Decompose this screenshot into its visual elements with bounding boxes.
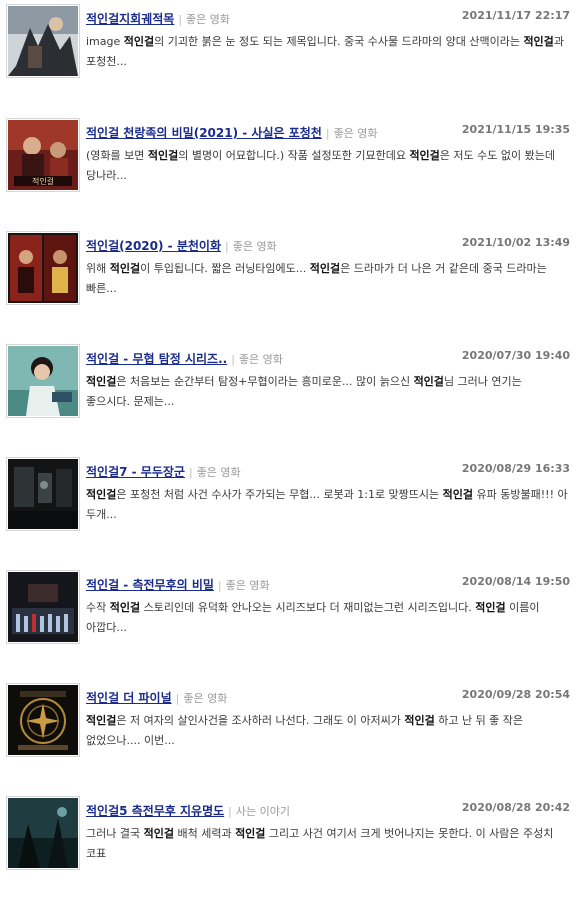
snippet-text: 스토리인데 유덕화 안나오는 시리즈보다 더 재미없는그런 시리즈입니다. xyxy=(140,601,476,614)
snippet-text: 은 처음보는 순간부터 탐정+무협이라는 흥미로운... 많이 늙으신 xyxy=(116,375,414,388)
snippet-text: 의 별명이 어묘합니다.) 작품 설정또한 기묘한데요 xyxy=(178,149,410,162)
post-date: 2020/08/29 16:33 xyxy=(461,462,570,475)
category-link[interactable]: 사는 이야기 xyxy=(236,805,290,818)
category-link[interactable]: 좋은 영화 xyxy=(197,466,241,479)
search-result-item: 적인걸 적인걸 천랑족의 비밀(2021) - 사실은 포청천 | 좋은 영화 2021… xyxy=(0,114,580,226)
result-header: 적인걸 - 무협 탐정 시리즈.. | 좋은 영화 2020/07/30 19:40 xyxy=(86,348,572,366)
result-header: 적인걸 더 파이널 | 좋은 영화 2020/09/28 20:54 xyxy=(86,687,572,705)
snippet-text: 의 기괴한 붉은 눈 정도 되는 제목입니다. 중국 수사물 드라마의 양대 산… xyxy=(154,35,524,48)
highlighted-keyword: 적인걸 xyxy=(143,827,174,840)
post-date: 2021/10/02 13:49 xyxy=(461,236,570,249)
snippet-text: 은 저 여자의 살인사건을 조사하러 나선다. 그래도 이 아저씨가 xyxy=(116,714,405,727)
post-date: 2021/11/17 22:17 xyxy=(461,9,570,22)
result-title-link[interactable]: 적인걸5 측전무후 지유명도 xyxy=(86,804,224,818)
divider: | xyxy=(228,805,232,818)
result-header: 적인걸5 측전무후 지유명도 | 사는 이야기 2020/08/28 20:42 xyxy=(86,800,572,818)
search-result-item: 적인걸 - 무협 탐정 시리즈.. | 좋은 영화 2020/07/30 19:40 적… xyxy=(0,340,580,452)
category-link[interactable]: 좋은 영화 xyxy=(239,353,283,366)
highlighted-keyword: 적인걸 xyxy=(123,35,155,48)
snippet-text: 이 투입됩니다. 짧은 러닝타임에도... xyxy=(140,262,310,275)
result-title-link[interactable]: 적인걸7 - 무두장군 xyxy=(86,465,185,479)
movie-poster-thumbnail[interactable] xyxy=(6,683,80,757)
highlighted-keyword: 적인걸 xyxy=(109,262,141,275)
highlighted-keyword: 적인걸 xyxy=(475,601,506,614)
highlighted-keyword: 적인걸 xyxy=(404,714,435,727)
post-date: 2021/11/15 19:35 xyxy=(461,123,570,136)
highlighted-keyword: 적인걸 xyxy=(86,375,117,388)
highlighted-keyword: 적인걸 xyxy=(523,35,554,48)
result-title-link[interactable]: 적인걸 - 측전무후의 비밀 xyxy=(86,578,214,592)
movie-poster-thumbnail[interactable] xyxy=(6,344,80,418)
result-title-link[interactable]: 적인걸 - 무협 탐정 시리즈.. xyxy=(86,352,227,366)
search-result-item: 적인걸 - 측전무후의 비밀 | 좋은 영화 2020/08/14 19:50 수작 적… xyxy=(0,566,580,678)
result-snippet: image 적인걸의 기괴한 붉은 눈 정도 되는 제목입니다. 중국 수사물 … xyxy=(86,32,568,72)
svg-text:적인걸: 적인걸 xyxy=(32,176,54,186)
result-snippet: 위해 적인걸이 투입됩니다. 짧은 러닝타임에도... 적인걸은 드라마가 더 … xyxy=(86,259,568,299)
highlighted-keyword: 적인걸 xyxy=(147,149,179,162)
movie-poster-thumbnail[interactable] xyxy=(6,457,80,531)
post-date: 2020/07/30 19:40 xyxy=(461,349,570,362)
divider: | xyxy=(178,13,183,26)
search-result-item: 적인걸(2020) - 분천이화 | 좋은 영화 2021/10/02 13:49 위해… xyxy=(0,227,580,339)
snippet-text: (영화를 보면 xyxy=(86,149,148,162)
result-snippet: 적인걸은 포청천 처럼 사건 수사가 주가되는 무협... 로봇과 1:1로 맞… xyxy=(86,485,568,525)
divider: | xyxy=(325,127,330,140)
movie-poster-thumbnail[interactable] xyxy=(6,796,80,870)
movie-poster-thumbnail[interactable] xyxy=(6,570,80,644)
highlighted-keyword: 적인걸 xyxy=(442,488,474,501)
highlighted-keyword: 적인걸 xyxy=(309,262,341,275)
divider: | xyxy=(217,579,222,592)
result-header: 적인걸7 - 무두장군 | 좋은 영화 2020/08/29 16:33 xyxy=(86,461,572,479)
divider: | xyxy=(188,466,193,479)
divider: | xyxy=(175,692,180,705)
snippet-text: 수작 xyxy=(86,601,110,614)
result-header: 적인걸 천랑족의 비밀(2021) - 사실은 포청천 | 좋은 영화 2021/11… xyxy=(86,122,572,140)
post-date: 2020/08/14 19:50 xyxy=(461,575,570,588)
movie-poster-thumbnail[interactable] xyxy=(6,4,80,78)
result-snippet: (영화를 보면 적인걸의 별명이 어묘합니다.) 작품 설정또한 기묘한데요 적… xyxy=(86,146,568,186)
movie-poster-thumbnail[interactable]: 적인걸 xyxy=(6,118,80,192)
result-title-link[interactable]: 적인걸 더 파이널 xyxy=(86,691,172,705)
search-result-item: 적인걸7 - 무두장군 | 좋은 영화 2020/08/29 16:33 적인걸은 포청… xyxy=(0,453,580,565)
category-link[interactable]: 좋은 영화 xyxy=(233,240,277,253)
search-result-item: 적인걸5 측전무후 지유명도 | 사는 이야기 2020/08/28 20:42 그러나… xyxy=(0,792,580,904)
snippet-text: 배척 세력과 xyxy=(173,827,236,840)
result-snippet: 그러나 결국 적인걸 배척 세력과 적인걸 그리고 사건 여기서 크게 벗어나지… xyxy=(86,824,568,864)
snippet-text: 그러나 결국 xyxy=(86,827,144,840)
snippet-text: 위해 xyxy=(86,262,110,275)
divider: | xyxy=(224,240,229,253)
highlighted-keyword: 적인걸 xyxy=(235,827,266,840)
category-link[interactable]: 좋은 영화 xyxy=(186,13,230,26)
snippet-text: image xyxy=(86,35,124,48)
highlighted-keyword: 적인걸 xyxy=(86,714,117,727)
result-snippet: 적인걸은 저 여자의 살인사건을 조사하러 나선다. 그래도 이 아저씨가 적인… xyxy=(86,711,568,751)
divider: | xyxy=(231,353,235,366)
category-link[interactable]: 좋은 영화 xyxy=(334,127,378,140)
highlighted-keyword: 적인걸 xyxy=(86,488,117,501)
movie-poster-thumbnail[interactable] xyxy=(6,231,80,305)
search-result-list: 적인걸지회궤적목 | 좋은 영화 2021/11/17 22:17 image 적인걸의… xyxy=(0,0,580,870)
post-date: 2020/09/28 20:54 xyxy=(461,688,570,701)
result-title-link[interactable]: 적인걸 천랑족의 비밀(2021) - 사실은 포청천 xyxy=(86,126,322,140)
result-snippet: 수작 적인걸 스토리인데 유덕화 안나오는 시리즈보다 더 재미없는그런 시리즈… xyxy=(86,598,568,638)
snippet-text: 은 포청천 처럼 사건 수사가 주가되는 무협... 로봇과 1:1로 맞짱뜨시… xyxy=(116,488,443,501)
result-header: 적인걸지회궤적목 | 좋은 영화 2021/11/17 22:17 xyxy=(86,8,572,26)
category-link[interactable]: 좋은 영화 xyxy=(226,579,270,592)
post-date: 2020/08/28 20:42 xyxy=(461,801,570,814)
result-header: 적인걸(2020) - 분천이화 | 좋은 영화 2021/10/02 13:49 xyxy=(86,235,572,253)
result-snippet: 적인걸은 처음보는 순간부터 탐정+무협이라는 흥미로운... 많이 늙으신 적… xyxy=(86,372,568,412)
search-result-item: 적인걸 더 파이널 | 좋은 영화 2020/09/28 20:54 적인걸은 저 여자… xyxy=(0,679,580,791)
search-result-item: 적인걸지회궤적목 | 좋은 영화 2021/11/17 22:17 image 적인걸의… xyxy=(0,0,580,112)
result-title-link[interactable]: 적인걸(2020) - 분천이화 xyxy=(86,239,221,253)
category-link[interactable]: 좋은 영화 xyxy=(183,692,227,705)
result-title-link[interactable]: 적인걸지회궤적목 xyxy=(86,12,174,26)
highlighted-keyword: 적인걸 xyxy=(413,375,444,388)
highlighted-keyword: 적인걸 xyxy=(109,601,141,614)
highlighted-keyword: 적인걸 xyxy=(409,149,440,162)
result-header: 적인걸 - 측전무후의 비밀 | 좋은 영화 2020/08/14 19:50 xyxy=(86,574,572,592)
